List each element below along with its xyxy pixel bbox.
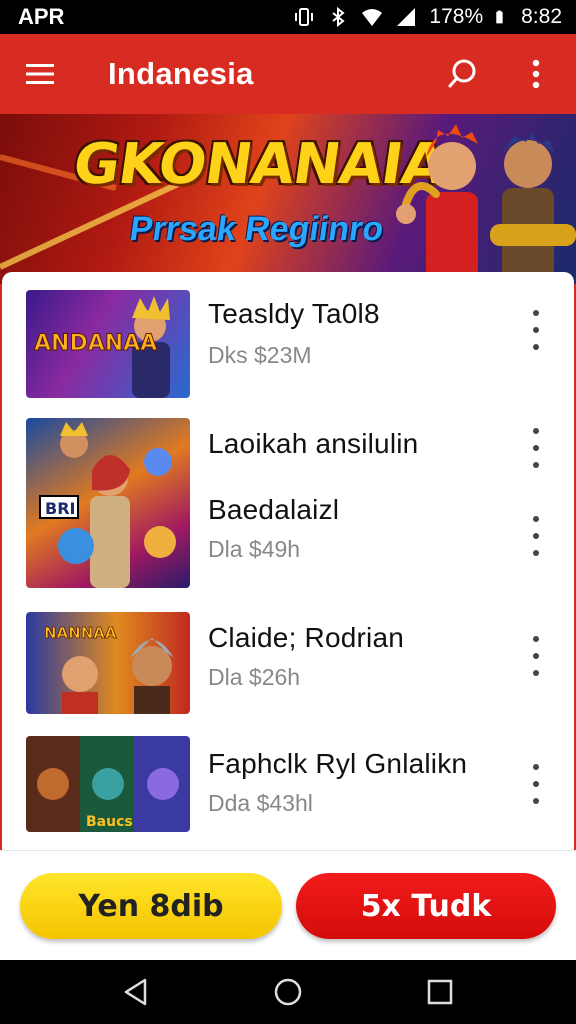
game-thumbnail: BRI [26,418,190,588]
back-icon[interactable] [121,977,151,1007]
action-bar: Yen 8dib 5x Tudk [0,850,576,960]
list-item-subtitle: Dla $49h [208,536,301,562]
thumb-label: NANNAA [44,624,117,642]
thumb-label: BRI [45,499,75,518]
bluetooth-icon [332,6,346,28]
app-title: Indanesia [108,56,254,91]
list-item-title: Baedalaizl [208,494,340,525]
list-item-title: Faphclk Ryl Gnlalikn [208,748,468,779]
list-item-subtitle: Dla $26h [208,664,301,690]
wifi-icon [362,9,383,26]
status-left-text: APR [18,4,65,29]
heroes-illustration: NANNAA [44,624,174,714]
promo-banner[interactable]: GKONANAIA Prrsak Regiinro [0,114,576,284]
list-item-title: Teasldy Ta0l8 [208,298,380,329]
status-time: 8:82 [521,5,562,28]
thumb-label: ANDANAA [34,331,157,356]
home-icon[interactable] [273,977,303,1007]
search-icon[interactable] [442,54,482,94]
more-vertical-icon[interactable] [528,764,544,804]
battery-icon [496,10,503,24]
list-item[interactable]: BRI Laoikah ansilulin Baedalaizl Dla $49… [2,418,574,590]
primary-action-button[interactable]: Yen 8dib [20,873,282,939]
app-bar: Indanesia [0,34,576,114]
status-bar: APR 178% 8:82 [0,0,576,34]
more-vertical-icon[interactable] [516,54,556,94]
more-vertical-icon[interactable] [528,636,544,676]
list-item-subtitle: Dda $43hl [208,790,313,816]
heroes-illustration: BRI [39,422,176,588]
signal-icon [397,8,416,26]
secondary-action-button[interactable]: 5x Tudk [296,873,556,939]
list-item-title: Laoikah ansilulin [208,428,419,459]
battery-percent: 178% [429,5,484,28]
status-icons: 178% 8:82 [293,5,562,29]
recents-icon[interactable] [425,977,455,1007]
banner-subtitle: Prrsak Regiinro [127,210,386,248]
more-vertical-icon[interactable] [528,310,544,350]
more-vertical-icon[interactable] [528,516,544,556]
game-thumbnail: ANDANAA [26,290,190,398]
banner-heroes-illustration [396,124,576,284]
hero-illustration: ANDANAA [34,296,170,398]
game-list: ANDANAA Teasldy Ta0l8 Dks $23M BRI Laoik… [2,272,574,850]
list-item[interactable]: NANNAA Claide; Rodrian Dla $26h [2,612,574,714]
list-item-title: Claide; Rodrian [208,622,404,653]
vibrate-icon [295,8,314,26]
game-thumbnail: NANNAA [26,612,190,714]
game-thumbnail: Baucs [26,736,190,832]
hamburger-menu-icon[interactable] [20,54,60,94]
list-item-subtitle: Dks $23M [208,342,312,368]
system-nav-bar [0,960,576,1024]
more-vertical-icon[interactable] [528,428,544,468]
list-item[interactable]: ANDANAA Teasldy Ta0l8 Dks $23M [2,286,574,398]
heroes-illustration: Baucs [37,768,179,830]
thumb-label: Baucs [86,814,133,830]
list-item[interactable]: Baucs Faphclk Ryl Gnlalikn Dda $43hl [2,736,574,832]
